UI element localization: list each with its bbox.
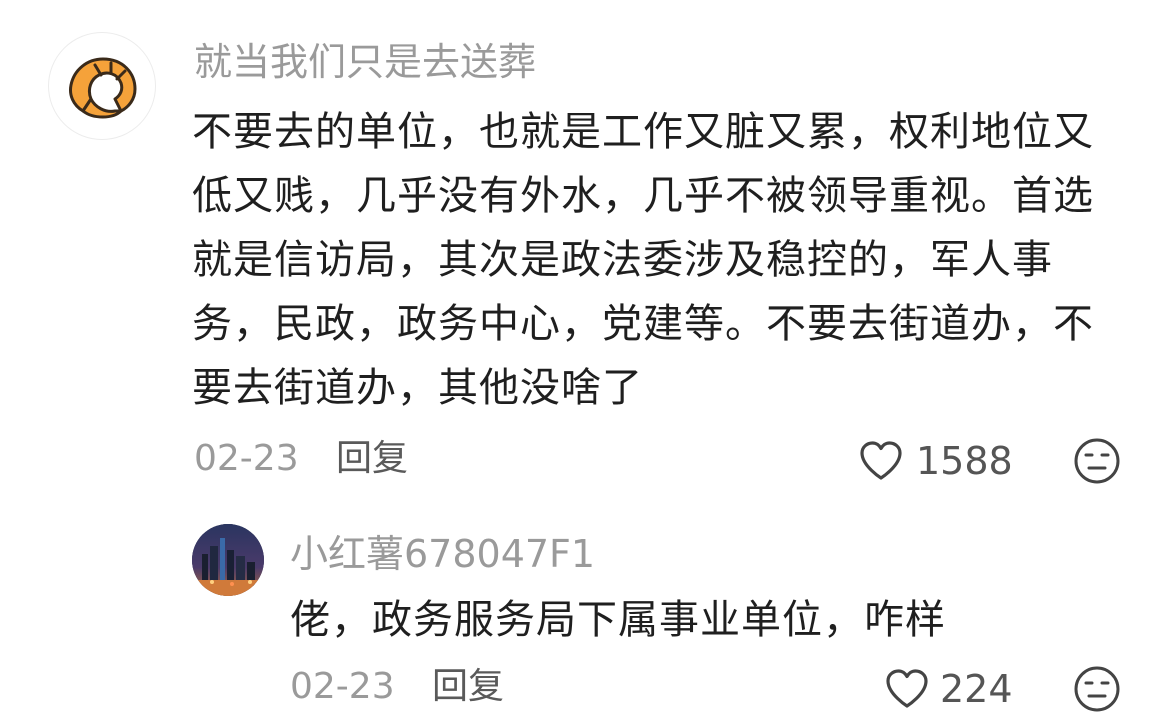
heart-outline-icon	[860, 441, 902, 480]
heart-outline-icon	[886, 669, 928, 708]
meh-face-icon	[1074, 666, 1120, 712]
emoji-reaction-button[interactable]	[1072, 436, 1122, 490]
commenter-username[interactable]: 就当我们只是去送葬	[194, 38, 536, 86]
comment-text-line: 就是信访局，其次是政法委涉及稳控的，军人事	[192, 237, 1053, 283]
replier-avatar[interactable]	[192, 524, 264, 596]
comment-date: 02-23	[194, 438, 299, 479]
comment-text-line: 要去街道办，其他没啥了	[192, 365, 643, 411]
meh-face-icon	[1074, 438, 1120, 484]
croissant-icon	[69, 57, 137, 119]
comment-text-line: 低又贱，几乎没有外水，几乎不被领导重视。首选	[192, 173, 1094, 219]
commenter-avatar[interactable]	[48, 32, 156, 140]
like-count: 224	[940, 667, 1013, 711]
city-night-avatar	[192, 524, 264, 596]
comment-text-line: 务，民政，政务中心，党建等。不要去街道办，不	[192, 301, 1094, 347]
reply-text: 佬，政务服务局下属事业单位，咋样	[290, 597, 946, 643]
emoji-reaction-button[interactable]	[1072, 664, 1122, 718]
comment-text: 不要去的单位，也就是工作又脏又累，权利地位又 低又贱，几乎没有外水，几乎不被领导…	[192, 100, 1122, 420]
comment-text-line: 不要去的单位，也就是工作又脏又累，权利地位又	[192, 109, 1094, 155]
reply-date: 02-23	[290, 666, 395, 707]
reply-button[interactable]: 回复	[432, 664, 504, 710]
replier-username[interactable]: 小红薯678047F1	[290, 530, 595, 578]
like-count: 1588	[916, 439, 1013, 483]
reply-button[interactable]: 回复	[336, 436, 408, 482]
like-button[interactable]: 224	[884, 664, 1013, 714]
like-button[interactable]: 1588	[858, 436, 1013, 486]
